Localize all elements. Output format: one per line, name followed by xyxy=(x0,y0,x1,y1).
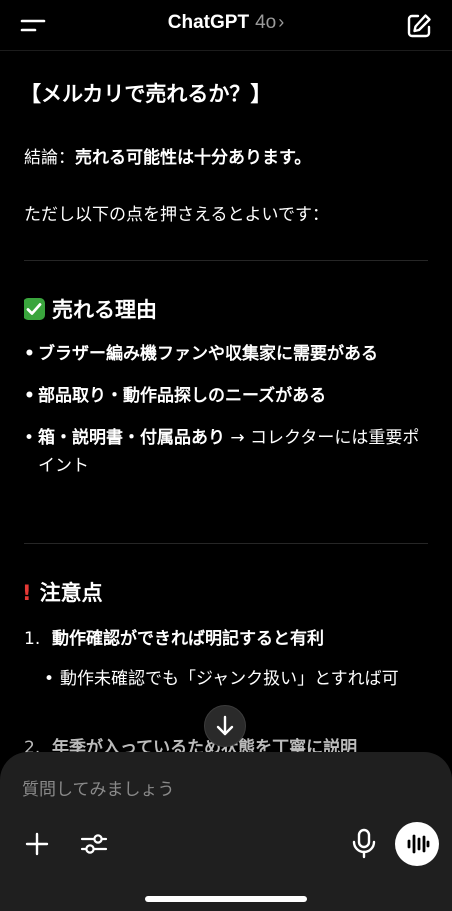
intro-text: ただし以下の点を押さえるとよいです： xyxy=(24,205,329,225)
reasons-list: ブラザー編み機ファンや収集家に需要がある 部品取り・動作品探しのニーズがある 箱… xyxy=(24,340,428,480)
section-heading-caution: ! 注意点 xyxy=(24,577,103,607)
list-item: 箱・説明書・付属品あり → コレクターには重要ポイント xyxy=(24,424,428,480)
list-item: ブラザー編み機ファンや収集家に需要がある xyxy=(24,340,428,368)
conclusion-bold: 売れる可能性は十分あります。 xyxy=(75,148,312,168)
plus-icon[interactable] xyxy=(24,831,50,857)
section-heading-reasons: 売れる理由 xyxy=(24,294,157,324)
sliders-icon[interactable] xyxy=(80,831,108,857)
list-item-bold: 箱・説明書・付属品あり xyxy=(38,428,225,448)
section-title: 注意点 xyxy=(39,581,103,605)
exclamation-icon: ! xyxy=(24,581,32,605)
divider xyxy=(24,543,428,544)
model-name: 4o xyxy=(255,12,277,33)
check-mark-icon xyxy=(24,298,45,320)
conclusion-text: 結論：売れる可能性は十分あります。 xyxy=(24,143,311,168)
section-title: 売れる理由 xyxy=(52,298,157,322)
scroll-to-bottom-button[interactable] xyxy=(204,705,246,747)
voice-waveform-icon xyxy=(407,834,430,854)
divider xyxy=(24,260,428,261)
voice-mode-button[interactable] xyxy=(395,822,439,866)
message-input[interactable]: 質問してみましょう xyxy=(22,775,175,800)
list-item: 1. 動作確認ができれば明記すると有利 xyxy=(24,624,324,649)
list-item: 部品取り・動作品探しのニーズがある xyxy=(24,382,428,410)
conclusion-prefix: 結論： xyxy=(24,148,75,168)
app-title: ChatGPT xyxy=(167,12,250,33)
mic-icon[interactable] xyxy=(351,828,377,860)
assistant-message: 【メルカリで売れるか？】 結論：売れる可能性は十分あります。 ただし以下の点を押… xyxy=(24,50,428,755)
home-indicator xyxy=(145,896,307,902)
model-selector[interactable]: ChatGPT 4o › xyxy=(0,12,452,34)
sub-list-item: 動作未確認でも「ジャンク扱い」とすれば可 xyxy=(44,665,428,693)
list-item-text: 動作確認ができれば明記すると有利 xyxy=(52,629,324,649)
chevron-right-icon: › xyxy=(278,12,285,32)
message-heading: 【メルカリで売れるか？】 xyxy=(24,82,272,106)
top-bar: ChatGPT 4o › xyxy=(0,0,452,51)
composer: 質問してみましょう xyxy=(0,752,452,911)
arrow-down-icon xyxy=(216,715,234,736)
compose-icon[interactable] xyxy=(406,13,432,39)
list-number: 1. xyxy=(24,629,41,649)
